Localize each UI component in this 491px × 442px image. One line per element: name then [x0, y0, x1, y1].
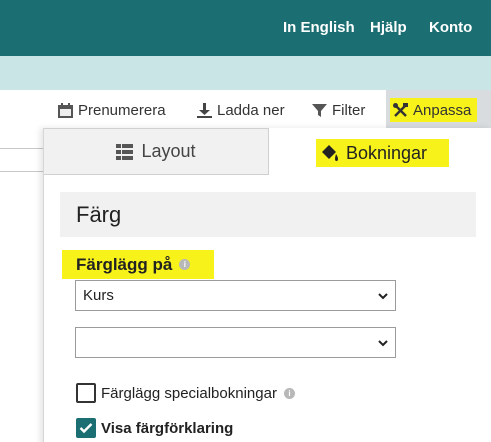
tools-icon	[392, 102, 409, 119]
account-link[interactable]: Konto	[429, 19, 472, 37]
in-english-link[interactable]: In English	[283, 19, 355, 37]
secondary-bar	[0, 56, 491, 90]
paint-bucket-icon	[320, 144, 340, 162]
info-icon[interactable]: i	[179, 259, 191, 270]
top-navigation-bar: In English Hjälp Konto	[0, 0, 491, 56]
filter-icon	[311, 102, 328, 119]
color-by-label: Färglägg på i	[62, 250, 215, 279]
color-by-select[interactable]: Kurs	[75, 280, 396, 311]
chevron-down-icon	[377, 290, 389, 302]
download-icon	[196, 102, 213, 119]
subscribe-label: Prenumerera	[78, 101, 166, 119]
background-divider	[0, 171, 44, 172]
section-header	[60, 192, 476, 237]
show-legend-checkbox[interactable]	[76, 418, 96, 438]
special-bookings-label: Färglägg specialbokningar	[101, 384, 277, 402]
tab-bookings[interactable]: Bokningar	[316, 139, 450, 167]
chevron-down-icon	[377, 337, 389, 349]
color-by-label-text: Färglägg på	[76, 254, 173, 274]
download-label: Ladda ner	[217, 101, 285, 119]
calendar-icon	[57, 102, 74, 119]
tab-layout[interactable]: Layout	[44, 128, 269, 175]
secondary-select[interactable]	[75, 327, 396, 358]
subscribe-button[interactable]: Prenumerera	[57, 100, 166, 120]
special-bookings-option[interactable]: Färglägg specialbokningar i	[76, 382, 295, 404]
customize-button[interactable]: Anpassa	[390, 98, 478, 122]
show-legend-label: Visa färgförklaring	[101, 419, 234, 437]
background-divider	[0, 148, 44, 149]
download-button[interactable]: Ladda ner	[196, 100, 285, 120]
checkmark-icon	[79, 423, 93, 434]
app-root: In English Hjälp Konto Prenumerera Ladda…	[0, 0, 491, 442]
show-legend-option[interactable]: Visa färgförklaring	[76, 417, 233, 439]
filter-label: Filter	[332, 101, 366, 119]
color-by-select-value: Kurs	[83, 287, 114, 304]
tab-bookings-label: Bokningar	[346, 142, 428, 163]
section-title: Färg	[76, 202, 122, 227]
tab-layout-label: Layout	[141, 141, 196, 161]
layout-icon	[116, 143, 134, 160]
info-icon[interactable]: i	[283, 387, 295, 399]
customize-label: Anpassa	[413, 101, 472, 119]
special-bookings-checkbox[interactable]	[76, 383, 96, 403]
filter-button[interactable]: Filter	[311, 100, 365, 120]
help-link[interactable]: Hjälp	[370, 19, 407, 37]
